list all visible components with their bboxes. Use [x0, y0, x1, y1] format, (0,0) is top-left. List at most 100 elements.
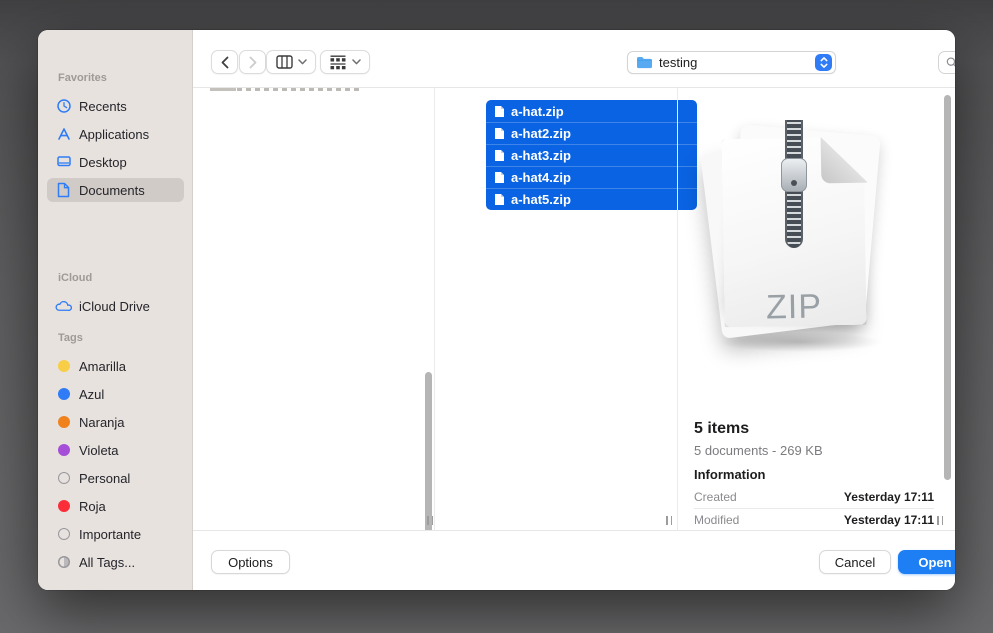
- sidebar-tag-importante[interactable]: Importante: [47, 522, 184, 546]
- sidebar: Favorites Recents Applications Desktop: [38, 30, 193, 590]
- created-label: Created: [694, 490, 737, 507]
- open-button-label: Open: [918, 555, 951, 570]
- sidebar-tag-naranja[interactable]: Naranja: [47, 410, 184, 434]
- tag-label: All Tags...: [79, 555, 135, 570]
- file-icon: [494, 149, 505, 162]
- sidebar-item-label: Applications: [79, 127, 149, 142]
- sidebar-item-label: Documents: [79, 183, 145, 198]
- sidebar-item-all-tags[interactable]: All Tags...: [47, 550, 184, 574]
- tag-label: Amarilla: [79, 359, 126, 374]
- file-row[interactable]: a-hat.zip: [486, 100, 697, 122]
- sidebar-tag-violeta[interactable]: Violeta: [47, 438, 184, 462]
- preview-resize-handle[interactable]: [937, 516, 945, 525]
- tag-label: Naranja: [79, 415, 125, 430]
- search-icon: [946, 56, 955, 69]
- sidebar-item-documents[interactable]: Documents: [47, 178, 184, 202]
- options-button[interactable]: Options: [211, 550, 290, 574]
- file-name: a-hat.zip: [511, 104, 564, 119]
- sidebar-tag-amarilla[interactable]: Amarilla: [47, 354, 184, 378]
- tag-color-dot: [55, 526, 72, 543]
- file-name: a-hat5.zip: [511, 192, 571, 207]
- clipped-file-row-lead: [210, 88, 236, 91]
- chevron-right-icon: [248, 56, 258, 69]
- columns-view-icon: [276, 55, 293, 69]
- desktop-icon: [55, 154, 72, 171]
- cancel-button[interactable]: Cancel: [819, 550, 891, 574]
- tag-color-dot: [55, 442, 72, 459]
- clock-icon: [55, 98, 72, 115]
- preview-subtitle: 5 documents - 269 KB: [694, 443, 823, 458]
- chevron-down-icon: [352, 59, 361, 65]
- preview-title: 5 items: [694, 420, 749, 438]
- tag-color-dot: [55, 414, 72, 431]
- modified-label: Modified: [694, 513, 739, 530]
- document-icon: [55, 182, 72, 199]
- modified-row: Modified Yesterday 17:11: [694, 513, 934, 530]
- divider: [694, 508, 934, 509]
- file-row[interactable]: a-hat4.zip: [486, 166, 697, 188]
- tag-color-dot: [55, 498, 72, 515]
- created-value: Yesterday 17:11: [844, 490, 934, 507]
- file-name: a-hat2.zip: [511, 126, 571, 141]
- favorites-section-label: Favorites: [58, 72, 107, 84]
- sidebar-item-label: iCloud Drive: [79, 299, 150, 314]
- sidebar-tag-roja[interactable]: Roja: [47, 494, 184, 518]
- zipper-slider-icon: [781, 158, 807, 192]
- toolbar: testing: [193, 30, 955, 88]
- open-button[interactable]: Open: [898, 550, 955, 574]
- tag-label: Personal: [79, 471, 130, 486]
- file-icon: [494, 171, 505, 184]
- all-tags-icon: [55, 554, 72, 571]
- sidebar-item-label: Recents: [79, 99, 127, 114]
- tag-color-dot: [55, 470, 72, 487]
- dialog-footer: Options Cancel Open: [193, 530, 955, 590]
- tag-label: Roja: [79, 499, 106, 514]
- file-browser-columns: a-hat.zip a-hat2.zip a-hat3.zip a-hat4.z…: [193, 88, 955, 530]
- folder-icon: [636, 56, 653, 69]
- popup-stepper-icon: [815, 54, 832, 71]
- file-name: a-hat4.zip: [511, 170, 571, 185]
- preview-scrollbar-thumb[interactable]: [944, 95, 951, 480]
- columns-view-button[interactable]: [266, 50, 316, 74]
- column2-resize-handle[interactable]: [666, 516, 674, 525]
- created-row: Created Yesterday 17:11: [694, 490, 934, 507]
- tag-color-dot: [55, 386, 72, 403]
- sidebar-tag-azul[interactable]: Azul: [47, 382, 184, 406]
- location-label: testing: [659, 55, 809, 70]
- back-button[interactable]: [211, 50, 238, 74]
- open-file-dialog: Favorites Recents Applications Desktop: [38, 30, 955, 590]
- search-field[interactable]: [938, 51, 955, 74]
- group-view-button[interactable]: [320, 50, 370, 74]
- forward-button[interactable]: [239, 50, 266, 74]
- sidebar-item-icloud-drive[interactable]: iCloud Drive: [47, 294, 184, 318]
- file-row[interactable]: a-hat2.zip: [486, 122, 697, 144]
- sidebar-item-label: Desktop: [79, 155, 127, 170]
- tags-section-label: Tags: [58, 332, 83, 344]
- column1-resize-handle[interactable]: [427, 516, 435, 525]
- file-icon: [494, 105, 505, 118]
- file-icon: [494, 127, 505, 140]
- file-icon: [494, 193, 505, 206]
- zip-file-preview-icon: ZIP: [678, 110, 908, 370]
- page-fold: [821, 137, 868, 184]
- sidebar-item-applications[interactable]: Applications: [47, 122, 184, 146]
- column-divider: [434, 88, 435, 530]
- sidebar-tag-personal[interactable]: Personal: [47, 466, 184, 490]
- sidebar-item-recents[interactable]: Recents: [47, 94, 184, 118]
- icloud-section-label: iCloud: [58, 272, 92, 284]
- group-view-icon: [329, 55, 347, 70]
- tag-label: Importante: [79, 527, 141, 542]
- file-row[interactable]: a-hat5.zip: [486, 188, 697, 210]
- sidebar-item-desktop[interactable]: Desktop: [47, 150, 184, 174]
- file-row[interactable]: a-hat3.zip: [486, 144, 697, 166]
- chevron-left-icon: [220, 56, 230, 69]
- file-name: a-hat3.zip: [511, 148, 571, 163]
- location-popup-button[interactable]: testing: [627, 51, 836, 74]
- modified-value: Yesterday 17:11: [844, 513, 934, 530]
- tag-label: Azul: [79, 387, 104, 402]
- file-list: a-hat.zip a-hat2.zip a-hat3.zip a-hat4.z…: [486, 100, 697, 210]
- cloud-icon: [55, 298, 72, 315]
- chevron-down-icon: [298, 59, 307, 65]
- zip-badge: ZIP: [723, 287, 866, 328]
- options-button-label: Options: [228, 555, 273, 570]
